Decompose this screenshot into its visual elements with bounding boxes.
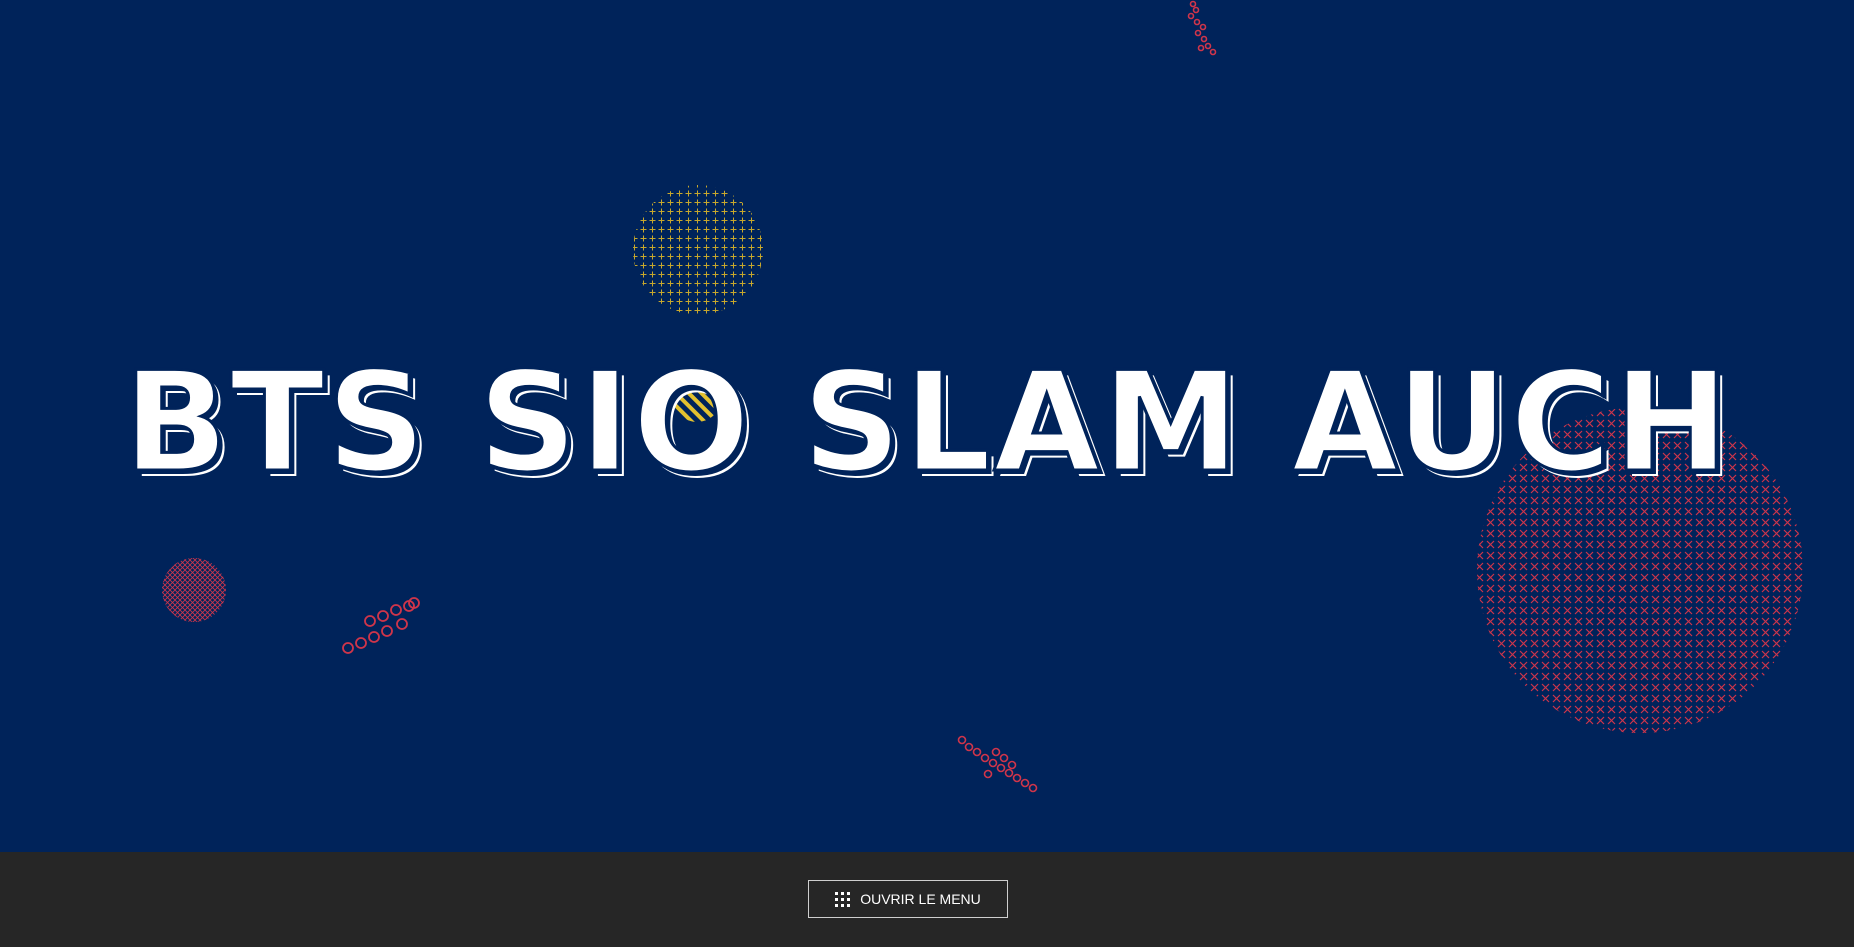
footer-bar: OUVRIR LE MENU xyxy=(0,852,1854,947)
red-ring-chain-left xyxy=(342,597,420,654)
open-menu-label: OUVRIR LE MENU xyxy=(860,891,981,907)
red-small-circle xyxy=(162,558,226,622)
red-ring-chain-bottom xyxy=(957,735,1038,793)
hero-section: BTS SIO SLAM AUCH xyxy=(0,0,1854,852)
red-squiggle-top xyxy=(1187,0,1217,56)
yellow-plus-circle xyxy=(633,185,763,315)
page-title: BTS SIO SLAM AUCH xyxy=(122,341,1731,505)
open-menu-button[interactable]: OUVRIR LE MENU xyxy=(808,880,1008,918)
grid-menu-icon xyxy=(835,891,851,907)
